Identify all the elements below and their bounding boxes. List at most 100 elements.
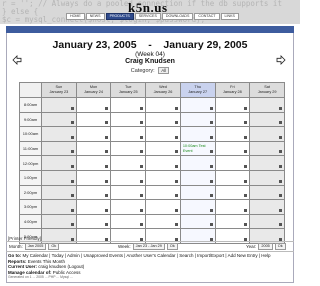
add-entry-icon[interactable] (279, 194, 282, 198)
time-slot[interactable] (110, 169, 147, 186)
add-entry-icon[interactable] (140, 223, 144, 227)
current-user-value[interactable]: craig knudsen (Logout) (38, 264, 84, 269)
day-header-fri[interactable]: Fri January 28 (214, 82, 251, 98)
nav-links[interactable]: LINKS (220, 13, 239, 20)
add-entry-icon[interactable] (105, 164, 109, 168)
time-slot[interactable] (179, 184, 216, 201)
add-entry-icon[interactable] (140, 208, 144, 212)
add-entry-icon[interactable] (209, 164, 213, 168)
time-slot[interactable] (249, 111, 285, 128)
time-slot[interactable] (249, 169, 285, 186)
time-slot[interactable] (145, 199, 181, 215)
nav-contact[interactable]: CONTACT (194, 13, 220, 20)
time-slot[interactable] (41, 111, 77, 128)
category-select[interactable]: All (158, 67, 170, 74)
goto-links[interactable]: My Calendar | Today | Admin | Unapproved… (23, 253, 271, 258)
time-slot[interactable] (249, 126, 285, 142)
add-entry-icon[interactable] (244, 223, 248, 227)
add-entry-icon[interactable] (209, 121, 213, 125)
add-entry-icon[interactable] (244, 208, 248, 212)
add-entry-icon[interactable] (174, 179, 178, 183)
add-entry-icon[interactable] (70, 208, 74, 212)
add-entry-icon[interactable] (209, 179, 213, 183)
add-entry-icon[interactable] (279, 150, 282, 154)
time-slot[interactable] (110, 199, 147, 215)
add-entry-icon[interactable] (174, 208, 178, 212)
week-select[interactable]: Jan 23 - Jan 29 (132, 243, 165, 250)
add-entry-icon[interactable] (279, 223, 282, 227)
nav-news[interactable]: NEWS (85, 13, 105, 20)
add-entry-icon[interactable] (140, 150, 144, 154)
add-entry-icon[interactable] (140, 121, 144, 125)
time-slot[interactable] (41, 184, 77, 201)
time-slot[interactable] (75, 140, 112, 157)
time-slot[interactable] (41, 140, 77, 157)
add-entry-icon[interactable] (174, 164, 178, 168)
time-slot[interactable] (110, 140, 147, 157)
add-entry-icon[interactable] (244, 106, 248, 110)
time-slot[interactable] (110, 213, 147, 230)
time-slot[interactable]: 10:00am Test Event (179, 140, 216, 157)
time-slot[interactable] (249, 97, 285, 113)
time-slot[interactable] (110, 111, 147, 128)
day-header-thu[interactable]: Thu January 27 (179, 82, 216, 98)
time-slot[interactable] (110, 155, 147, 171)
time-slot[interactable] (214, 213, 251, 230)
add-entry-icon[interactable] (279, 106, 282, 110)
year-ok-button[interactable]: Ok (274, 243, 286, 250)
add-entry-icon[interactable] (70, 223, 74, 227)
next-week-arrow-icon[interactable] (276, 55, 286, 65)
add-entry-icon[interactable] (70, 135, 74, 139)
time-slot[interactable] (75, 184, 112, 201)
time-slot[interactable] (41, 126, 77, 142)
time-slot[interactable] (75, 213, 112, 230)
add-entry-icon[interactable] (105, 150, 109, 154)
add-entry-icon[interactable] (244, 150, 248, 154)
add-entry-icon[interactable] (209, 135, 213, 139)
year-select[interactable]: 2005 (258, 243, 273, 250)
time-slot[interactable] (145, 184, 181, 201)
time-slot[interactable] (75, 199, 112, 215)
add-entry-icon[interactable] (70, 150, 74, 154)
add-entry-icon[interactable] (70, 179, 74, 183)
time-slot[interactable] (145, 155, 181, 171)
time-slot[interactable] (214, 184, 251, 201)
time-slot[interactable] (145, 213, 181, 230)
add-entry-icon[interactable] (174, 223, 178, 227)
add-entry-icon[interactable] (244, 121, 248, 125)
add-entry-icon[interactable] (279, 179, 282, 183)
time-slot[interactable] (179, 126, 216, 142)
time-slot[interactable] (75, 155, 112, 171)
add-entry-icon[interactable] (140, 106, 144, 110)
add-entry-icon[interactable] (209, 208, 213, 212)
add-entry-icon[interactable] (244, 194, 248, 198)
time-slot[interactable] (214, 140, 251, 157)
add-entry-icon[interactable] (279, 135, 282, 139)
time-slot[interactable] (249, 184, 285, 201)
add-entry-icon[interactable] (174, 121, 178, 125)
time-slot[interactable] (75, 169, 112, 186)
time-slot[interactable] (110, 184, 147, 201)
add-entry-icon[interactable] (209, 150, 213, 154)
month-select[interactable]: Jan 2005 (24, 243, 47, 250)
add-entry-icon[interactable] (70, 121, 74, 125)
time-slot[interactable] (214, 155, 251, 171)
nav-products[interactable]: PRODUCTS (105, 13, 134, 20)
day-header-sat[interactable]: Sat January 29 (249, 82, 285, 98)
time-slot[interactable] (214, 199, 251, 215)
time-slot[interactable] (75, 97, 112, 113)
add-entry-icon[interactable] (174, 150, 178, 154)
add-entry-icon[interactable] (105, 179, 109, 183)
time-slot[interactable] (214, 126, 251, 142)
add-entry-icon[interactable] (209, 106, 213, 110)
time-slot[interactable] (249, 199, 285, 215)
add-entry-icon[interactable] (140, 135, 144, 139)
time-slot[interactable] (249, 140, 285, 157)
day-header-tue[interactable]: Tue January 25 (110, 82, 147, 98)
week-ok-button[interactable]: Ok (166, 243, 178, 250)
add-entry-icon[interactable] (174, 135, 178, 139)
add-entry-icon[interactable] (105, 194, 109, 198)
reports-link[interactable]: Events This Month (28, 259, 65, 264)
add-entry-icon[interactable] (140, 194, 144, 198)
day-header-mon[interactable]: Mon January 24 (75, 82, 112, 98)
